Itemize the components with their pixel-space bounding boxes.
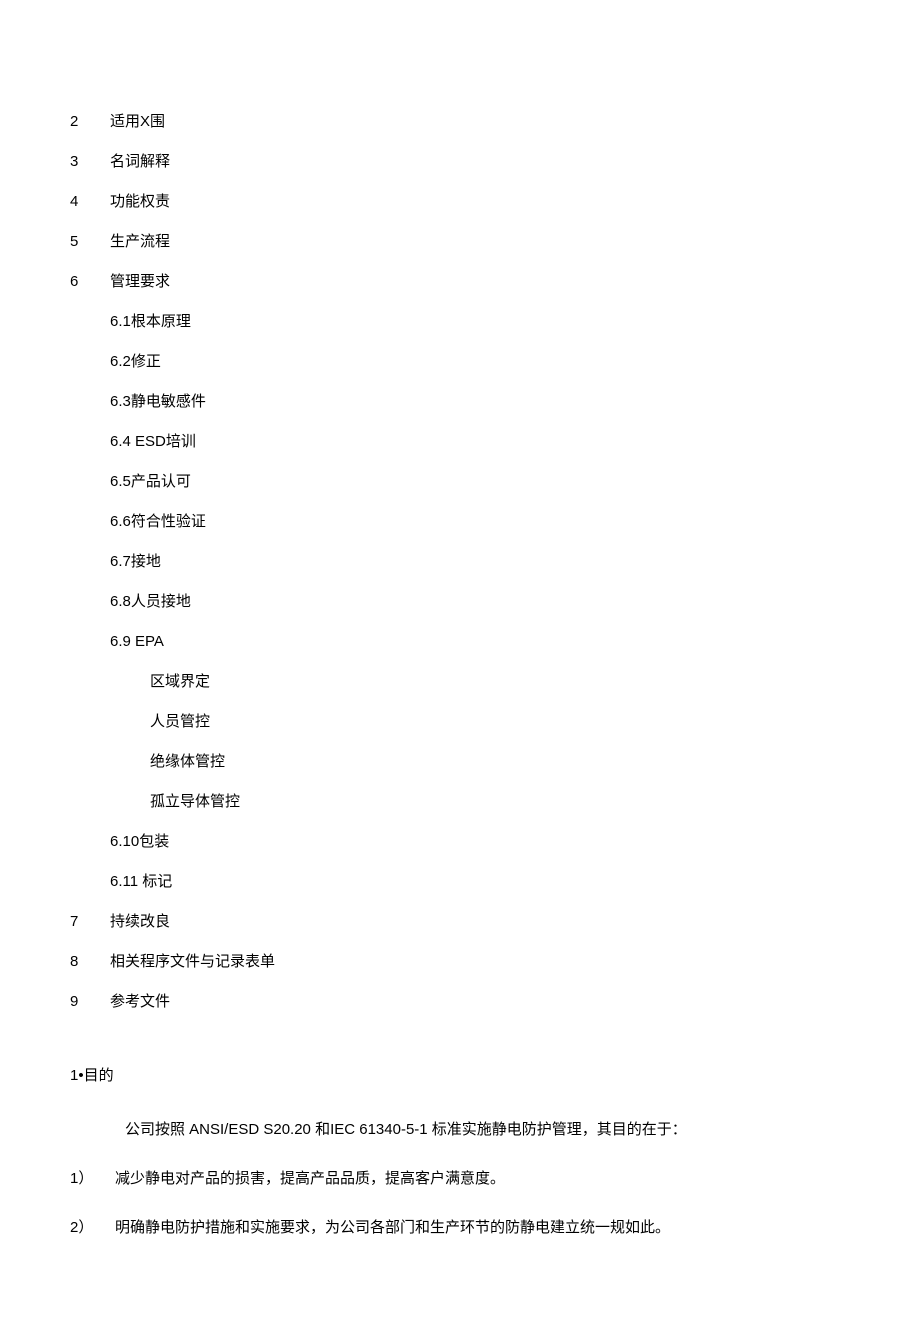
toc-number: 4	[70, 190, 110, 214]
toc-sub-item: 6.8人员接地	[70, 590, 850, 614]
toc-subsub-item: 人员管控	[70, 710, 850, 734]
toc-text: 参考文件	[110, 990, 850, 1014]
toc-item: 9 参考文件	[70, 990, 850, 1014]
body-point-text: 明确静电防护措施和实施要求，为公司各部门和生产环节的防静电建立统一规如此。	[115, 1216, 670, 1240]
toc-text: 功能权责	[110, 190, 850, 214]
body-point-num: 2）	[70, 1216, 115, 1240]
toc-sub-item: 6.5产品认可	[70, 470, 850, 494]
toc-number: 9	[70, 990, 110, 1014]
toc-item: 3 名词解释	[70, 150, 850, 174]
body-point: 2） 明确静电防护措施和实施要求，为公司各部门和生产环节的防静电建立统一规如此。	[70, 1216, 850, 1240]
toc-sub-item: 6.9 EPA	[70, 630, 850, 654]
toc-item: 4 功能权责	[70, 190, 850, 214]
toc-number: 2	[70, 110, 110, 134]
toc-text: 适用X围	[110, 110, 850, 134]
toc-sub-item: 6.11 标记	[70, 870, 850, 894]
toc-item: 2 适用X围	[70, 110, 850, 134]
toc-sub-item: 6.7接地	[70, 550, 850, 574]
toc-subsub-item: 区域界定	[70, 670, 850, 694]
section-heading: 1•目的	[70, 1064, 850, 1088]
toc-sub-item: 6.1根本原理	[70, 310, 850, 334]
toc-sub-item: 6.4 ESD培训	[70, 430, 850, 454]
toc-item: 8 相关程序文件与记录表单	[70, 950, 850, 974]
toc-text: 持续改良	[110, 910, 850, 934]
body-point: 1） 减少静电对产品的损害，提高产品品质，提高客户满意度。	[70, 1167, 850, 1191]
toc-number: 8	[70, 950, 110, 974]
toc-item: 7 持续改良	[70, 910, 850, 934]
toc-text: 管理要求	[110, 270, 850, 294]
body-intro: 公司按照 ANSI/ESD S20.20 和IEC 61340-5-1 标准实施…	[70, 1118, 850, 1142]
toc-number: 5	[70, 230, 110, 254]
toc-number: 6	[70, 270, 110, 294]
toc-sub-item: 6.6符合性验证	[70, 510, 850, 534]
toc-sub-item: 6.2修正	[70, 350, 850, 374]
toc-sub-item: 6.10包装	[70, 830, 850, 854]
toc-item: 5 生产流程	[70, 230, 850, 254]
toc-subsub-item: 绝缘体管控	[70, 750, 850, 774]
toc-text: 相关程序文件与记录表单	[110, 950, 850, 974]
toc-text: 生产流程	[110, 230, 850, 254]
body-point-text: 减少静电对产品的损害，提高产品品质，提高客户满意度。	[115, 1167, 505, 1191]
toc-number: 7	[70, 910, 110, 934]
toc-text: 名词解释	[110, 150, 850, 174]
toc-sub-item: 6.3静电敏感件	[70, 390, 850, 414]
toc-number: 3	[70, 150, 110, 174]
toc-subsub-item: 孤立导体管控	[70, 790, 850, 814]
toc-item: 6 管理要求	[70, 270, 850, 294]
body-point-num: 1）	[70, 1167, 115, 1191]
